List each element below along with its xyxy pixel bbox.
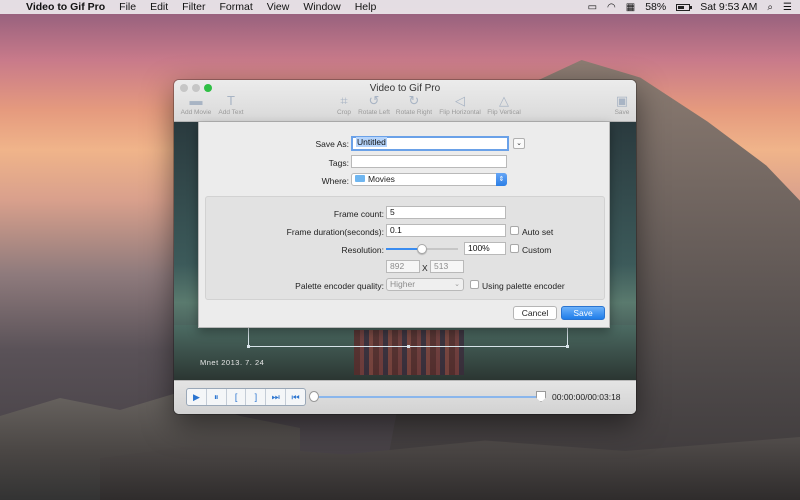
crop-handle[interactable] xyxy=(566,345,569,348)
video-watermark: Mnet 2013. 7. 24 xyxy=(200,358,265,367)
flip-horizontal-button[interactable]: ◁ Flip Horizontal xyxy=(436,93,484,117)
folder-icon xyxy=(355,175,365,183)
palette-quality-label: Palette encoder quality: xyxy=(295,281,384,291)
crop-handle[interactable] xyxy=(407,345,410,348)
menu-format[interactable]: Format xyxy=(220,1,253,13)
frame-duration-field[interactable]: 0.1 xyxy=(386,224,506,237)
resolution-percent-field[interactable]: 100% xyxy=(464,242,506,255)
time-readout: 00:00:00/00:03:18 xyxy=(552,392,621,402)
save-as-field[interactable]: Untitled xyxy=(351,136,509,151)
save-toolbar-button[interactable]: ▣ Save xyxy=(610,93,634,117)
pause-button[interactable]: ⏸ xyxy=(207,389,227,405)
crop-handle[interactable] xyxy=(247,345,250,348)
menu-window[interactable]: Window xyxy=(303,1,340,13)
save-button[interactable]: Save xyxy=(561,306,605,320)
flip-vertical-icon: △ xyxy=(499,93,509,108)
menu-file[interactable]: File xyxy=(119,1,136,13)
add-movie-button[interactable]: ▬ Add Movie xyxy=(178,93,214,117)
menu-help[interactable]: Help xyxy=(355,1,377,13)
save-as-label: Save As: xyxy=(315,139,349,149)
app-menu[interactable]: Video to Gif Pro xyxy=(26,1,105,13)
resolution-label: Resolution: xyxy=(341,245,384,255)
crop-icon: ⌗ xyxy=(340,93,348,108)
palette-quality-popup[interactable]: Higher ⌄ xyxy=(386,278,464,291)
rotate-left-icon: ↺ xyxy=(368,93,380,108)
flip-horizontal-icon: ◁ xyxy=(455,93,465,108)
save-sheet: Save As: Untitled ⌄ Tags: Where: Movies … xyxy=(198,122,610,328)
flag-icon[interactable]: ▦ xyxy=(626,2,635,13)
save-as-value: Untitled xyxy=(356,137,387,147)
playback-controls: ▶ ⏸ [ ] ⏭ ⏮ 00:00:00/00:03:18 xyxy=(174,380,636,414)
height-field[interactable]: 513 xyxy=(430,260,464,273)
play-button[interactable]: ▶ xyxy=(187,389,207,405)
where-value: Movies xyxy=(368,174,395,184)
battery-icon[interactable] xyxy=(676,3,693,11)
keyboard-icon[interactable]: ▭ xyxy=(588,2,597,13)
frame-count-label: Frame count: xyxy=(333,209,384,219)
expand-dialog-button[interactable]: ⌄ xyxy=(513,138,525,149)
flip-vertical-button[interactable]: △ Flip Vertical xyxy=(484,93,524,117)
rotate-right-icon: ↻ xyxy=(408,93,420,108)
frame-duration-label: Frame duration(seconds): xyxy=(286,227,384,237)
notification-center-icon[interactable]: ☰ xyxy=(783,2,792,13)
battery-percent[interactable]: 58% xyxy=(645,1,666,13)
where-popup[interactable]: Movies ⇕ xyxy=(351,173,507,186)
cancel-button[interactable]: Cancel xyxy=(513,306,557,320)
wifi-icon[interactable]: ◠ xyxy=(607,2,616,13)
skip-back-button[interactable]: ⏮ xyxy=(286,389,305,405)
skip-forward-button[interactable]: ⏭ xyxy=(266,389,287,405)
where-label: Where: xyxy=(321,176,349,186)
width-field[interactable]: 892 xyxy=(386,260,420,273)
app-window: Video to Gif Pro ▬ Add Movie T Add Text … xyxy=(174,80,636,414)
playback-button-group: ▶ ⏸ [ ] ⏭ ⏮ xyxy=(186,388,306,406)
custom-label: Custom xyxy=(522,245,552,255)
using-palette-encoder-checkbox[interactable] xyxy=(470,280,479,289)
tags-label: Tags: xyxy=(328,158,349,168)
status-tray: ▭ ◠ ▦ 58% Sat 9:53 AM ⌕ ☰ xyxy=(588,1,800,13)
timeline-start-handle[interactable] xyxy=(309,391,319,402)
menu-filter[interactable]: Filter xyxy=(182,1,205,13)
timeline-track[interactable] xyxy=(310,396,540,398)
auto-set-checkbox[interactable] xyxy=(510,226,519,235)
using-palette-encoder-label: Using palette encoder xyxy=(482,281,565,291)
dimension-x-label: X xyxy=(422,263,428,273)
floppy-disk-icon: ▣ xyxy=(615,93,629,108)
add-text-button[interactable]: T Add Text xyxy=(216,93,246,117)
rotate-right-button[interactable]: ↻ Rotate Right xyxy=(394,93,434,117)
timeline-end-handle[interactable] xyxy=(536,391,546,402)
gif-options-panel: Frame count: 5 Frame duration(seconds): … xyxy=(205,196,605,300)
auto-set-label: Auto set xyxy=(522,227,554,237)
resolution-slider-knob[interactable] xyxy=(417,244,427,254)
text-icon: T xyxy=(227,93,235,108)
spotlight-search-icon[interactable]: ⌕ xyxy=(767,2,773,13)
title-bar: Video to Gif Pro ▬ Add Movie T Add Text … xyxy=(174,80,636,122)
chevron-down-icon: ⌄ xyxy=(454,281,460,288)
popup-arrows-icon: ⇕ xyxy=(496,173,507,186)
mark-out-button[interactable]: ] xyxy=(246,389,267,405)
crop-button[interactable]: ⌗ Crop xyxy=(332,93,356,117)
film-icon: ▬ xyxy=(189,93,203,108)
menu-edit[interactable]: Edit xyxy=(150,1,168,13)
tags-field[interactable] xyxy=(351,155,507,168)
window-title: Video to Gif Pro xyxy=(369,83,441,94)
menu-bar: Video to Gif Pro File Edit Filter Format… xyxy=(0,0,800,14)
mark-in-button[interactable]: [ xyxy=(227,389,247,405)
menu-view[interactable]: View xyxy=(267,1,290,13)
clock[interactable]: Sat 9:53 AM xyxy=(700,1,757,13)
palette-quality-value: Higher xyxy=(390,279,416,289)
frame-count-field[interactable]: 5 xyxy=(386,206,506,219)
rotate-left-button[interactable]: ↺ Rotate Left xyxy=(356,93,392,117)
custom-checkbox[interactable] xyxy=(510,244,519,253)
